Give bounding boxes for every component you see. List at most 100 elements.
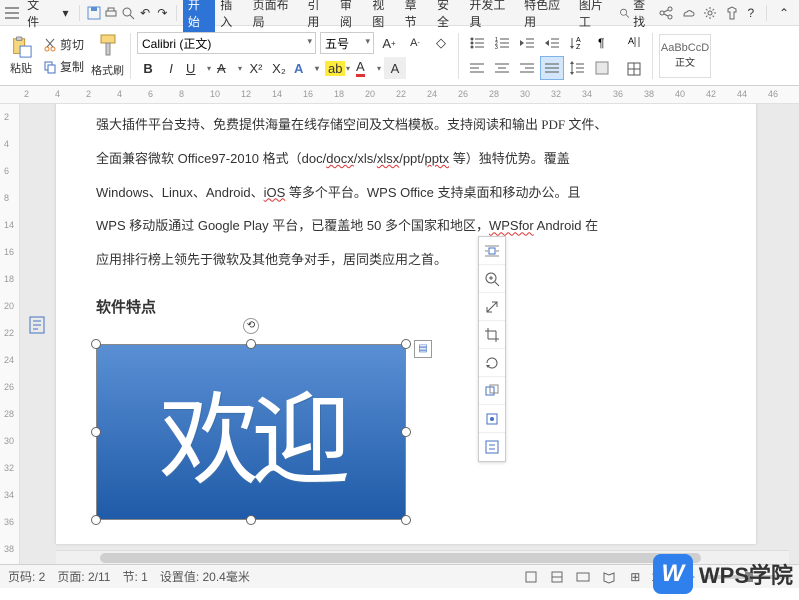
tab-insert[interactable]: 插入 [215, 0, 247, 34]
fit-page-icon[interactable]: ⊞ [625, 568, 645, 586]
preview-icon[interactable] [120, 5, 135, 21]
paste-button[interactable]: 粘贴 [6, 33, 36, 78]
sort-button[interactable]: AZ [565, 31, 589, 55]
horizontal-ruler[interactable]: 2424681012141618202224262830323436384042… [0, 86, 799, 104]
char-shading-button[interactable]: A [384, 57, 406, 79]
tab-security[interactable]: 安全 [432, 0, 464, 34]
resize-handle[interactable] [91, 515, 101, 525]
status-page-count[interactable]: 页面: 2/11 [57, 568, 110, 585]
style-normal[interactable]: AaBbCcD 正文 [659, 34, 711, 78]
wrap-text-icon[interactable] [479, 237, 505, 265]
tab-reference[interactable]: 引用 [302, 0, 334, 34]
help-icon[interactable]: ? [747, 6, 754, 20]
resize-handle[interactable] [246, 339, 256, 349]
highlight-button[interactable]: ab [322, 57, 352, 79]
format-painter-label[interactable]: 格式刷 [91, 62, 124, 78]
heading[interactable]: 软件特点 [96, 289, 716, 328]
menu-icon[interactable] [4, 5, 19, 21]
increase-font-icon[interactable]: A+ [378, 32, 400, 54]
view-read-icon[interactable] [599, 568, 619, 586]
tab-home[interactable]: 开始 [183, 0, 215, 34]
tabs-button[interactable]: A [622, 30, 646, 54]
effects-icon[interactable] [479, 405, 505, 433]
search-button[interactable]: 查找 [619, 0, 651, 30]
cut-button[interactable]: 剪切 [40, 35, 87, 54]
side-panel-toggle[interactable] [26, 310, 48, 340]
crop-icon[interactable] [479, 321, 505, 349]
resize-handle[interactable] [401, 515, 411, 525]
paragraph[interactable]: WPS 移动版通过 Google Play 平台，已覆盖地 50 多个国家和地区… [96, 209, 716, 243]
font-color-button[interactable]: A [353, 57, 383, 79]
zoom-icon[interactable] [479, 265, 505, 293]
clear-format-icon[interactable]: ◇ [430, 32, 452, 54]
status-section[interactable]: 节: 1 [122, 568, 147, 585]
resize-handle[interactable] [91, 427, 101, 437]
rotate-handle-icon[interactable]: ⟲ [243, 318, 259, 334]
more-icon[interactable] [479, 433, 505, 461]
resize-handle[interactable] [401, 339, 411, 349]
tab-view[interactable]: 视图 [367, 0, 399, 34]
numbering-button[interactable]: 123 [490, 31, 514, 55]
paragraph[interactable]: Windows、Linux、Android、iOS 等多个平台。WPS Offi… [96, 176, 716, 210]
text-effect-button[interactable]: A [291, 57, 321, 79]
undo-icon[interactable]: ↶ [138, 5, 153, 21]
resize-handle[interactable] [401, 427, 411, 437]
print-icon[interactable] [103, 5, 118, 21]
indent-increase-button[interactable] [540, 31, 564, 55]
line-spacing-button[interactable] [565, 56, 589, 80]
copy-button[interactable]: 复制 [40, 57, 87, 76]
minimize-ribbon-icon[interactable]: ⌃ [779, 6, 789, 20]
skin-icon[interactable] [725, 6, 739, 20]
tab-picture-tools[interactable]: 图片工 [574, 0, 618, 34]
view-print-icon[interactable] [521, 568, 541, 586]
format-painter-icon[interactable] [97, 33, 119, 59]
replace-pic-icon[interactable] [479, 377, 505, 405]
align-justify-button[interactable] [540, 56, 564, 80]
rotate-icon[interactable] [479, 349, 505, 377]
document-page[interactable]: 强大插件平台支持、免费提供海量在线存储空间及文档模板。支持阅读和输出 PDF 文… [56, 104, 756, 544]
bullets-button[interactable] [465, 31, 489, 55]
tab-devtools[interactable]: 开发工具 [464, 0, 519, 34]
indent-decrease-button[interactable] [515, 31, 539, 55]
tab-page-layout[interactable]: 页面布局 [248, 0, 303, 34]
cloud-icon[interactable] [681, 6, 695, 20]
status-page-no[interactable]: 页码: 2 [8, 568, 45, 585]
scrollbar-thumb[interactable] [100, 553, 701, 563]
paragraph[interactable]: 全面兼容微软 Office97-2010 格式（doc/docx/xls/xls… [96, 142, 716, 176]
paragraph[interactable]: 应用排行榜上领先于微软及其他竞争对手，居同类应用之首。 [96, 243, 716, 277]
settings-icon[interactable] [703, 6, 717, 20]
status-setting[interactable]: 设置值: 20.4毫米 [160, 568, 250, 585]
font-size-select[interactable] [320, 32, 374, 54]
tab-review[interactable]: 审阅 [335, 0, 367, 34]
tab-special[interactable]: 特色应用 [519, 0, 574, 34]
align-center-button[interactable] [490, 56, 514, 80]
decrease-font-icon[interactable]: A- [404, 32, 426, 54]
share-icon[interactable] [659, 6, 673, 20]
file-menu[interactable]: 文件 [21, 0, 56, 32]
redo-icon[interactable]: ↷ [155, 5, 170, 21]
resize-handle[interactable] [91, 339, 101, 349]
italic-button[interactable]: I [160, 57, 182, 79]
superscript-button[interactable]: X² [245, 57, 267, 79]
align-right-button[interactable] [515, 56, 539, 80]
vertical-ruler[interactable]: 246814161820222426283032343638 [0, 104, 20, 564]
resize-icon[interactable] [479, 293, 505, 321]
save-icon[interactable] [86, 5, 101, 21]
subscript-button[interactable]: X₂ [268, 57, 290, 79]
borders-button[interactable] [622, 57, 646, 81]
view-outline-icon[interactable] [547, 568, 567, 586]
tab-chapter[interactable]: 章节 [400, 0, 432, 34]
align-left-button[interactable] [465, 56, 489, 80]
resize-handle[interactable] [246, 515, 256, 525]
file-dropdown-icon[interactable]: ▾ [58, 5, 73, 21]
show-marks-button[interactable]: ¶ [590, 31, 614, 55]
font-name-select[interactable] [137, 32, 316, 54]
bold-button[interactable]: B [137, 57, 159, 79]
paragraph[interactable]: 强大插件平台支持、免费提供海量在线存储空间及文档模板。支持阅读和输出 PDF 文… [96, 108, 716, 142]
shading-button[interactable] [590, 56, 614, 80]
view-web-icon[interactable] [573, 568, 593, 586]
layout-options-icon[interactable]: ▤ [414, 340, 432, 358]
wordart-object[interactable]: ⟲ ▤ 欢迎 [96, 344, 406, 520]
underline-button[interactable]: U [183, 57, 213, 79]
strikethrough-button[interactable]: A [214, 57, 244, 79]
